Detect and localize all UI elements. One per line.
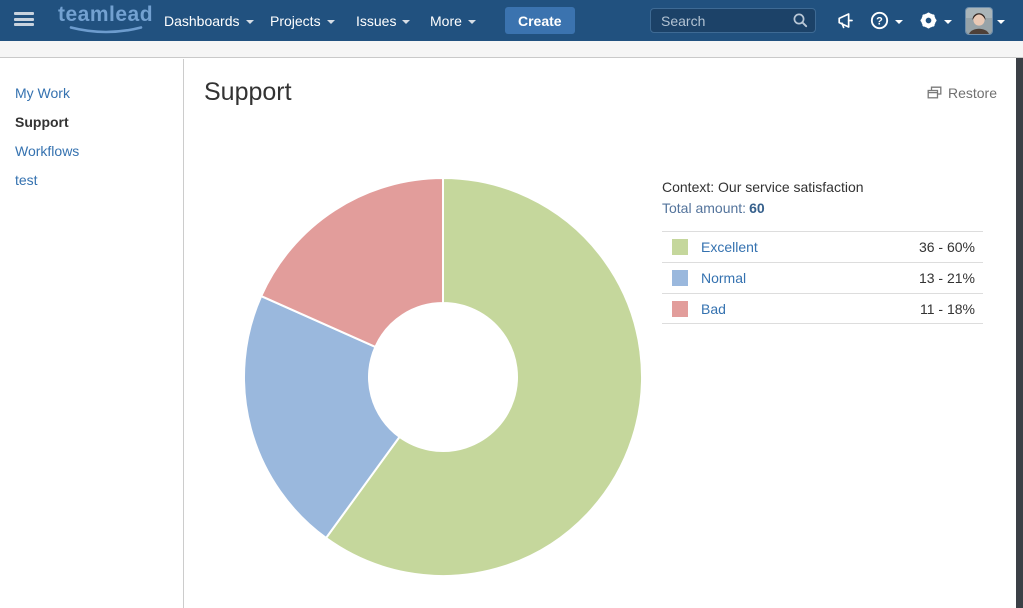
legend-row: Bad 11 - 18%: [662, 293, 983, 324]
nav-item-dashboards[interactable]: Dashboards: [164, 0, 254, 41]
sidebar-item-workflows[interactable]: Workflows: [15, 144, 183, 158]
legend-swatch-bad: [672, 301, 688, 317]
app-logo[interactable]: teamlead: [58, 4, 153, 35]
legend-swatch-normal: [672, 270, 688, 286]
feedback-button[interactable]: [835, 0, 856, 41]
chevron-down-icon: [895, 20, 903, 24]
legend-row: Normal 13 - 21%: [662, 262, 983, 293]
chart-total-label: Total amount:: [662, 200, 746, 216]
restore-button[interactable]: Restore: [927, 85, 997, 101]
chart-legend: Context: Our service satisfaction Total …: [662, 179, 983, 324]
nav-item-label: Dashboards: [164, 13, 240, 29]
sidebar-item-test[interactable]: test: [15, 173, 183, 187]
vertical-scrollbar[interactable]: [1016, 58, 1023, 608]
chart-context-label: Context: Our service satisfaction: [662, 179, 983, 196]
chevron-down-icon: [944, 20, 952, 24]
breadcrumb-band: [0, 41, 1023, 58]
search-box: [650, 8, 816, 33]
restore-icon: [927, 86, 942, 100]
legend-label-bad[interactable]: Bad: [701, 301, 726, 317]
donut-chart: [238, 172, 648, 582]
app-logo-text: teamlead: [58, 4, 153, 26]
chart-total-value: 60: [749, 200, 765, 216]
help-icon: ?: [869, 10, 890, 31]
chevron-down-icon: [246, 20, 254, 24]
legend-table: Excellent 36 - 60% Normal 13 - 21% Bad 1…: [662, 231, 983, 324]
logo-swoosh: [67, 26, 145, 35]
sidebar-item-my-work[interactable]: My Work: [15, 86, 183, 100]
user-avatar: [966, 8, 992, 34]
nav-item-projects[interactable]: Projects: [270, 0, 335, 41]
page-title: Support: [204, 78, 292, 106]
legend-row: Excellent 36 - 60%: [662, 231, 983, 262]
restore-label: Restore: [948, 85, 997, 101]
legend-label-normal[interactable]: Normal: [701, 270, 746, 286]
chart-total-line: Total amount:60: [662, 200, 983, 217]
legend-swatch-excellent: [672, 239, 688, 255]
settings-button[interactable]: [918, 0, 952, 41]
dashboard-sidebar: My Work Support Workflows test: [0, 59, 184, 608]
sidebar-item-support[interactable]: Support: [15, 115, 183, 129]
legend-value-excellent: 36 - 60%: [919, 239, 983, 255]
legend-label-excellent[interactable]: Excellent: [701, 239, 758, 255]
create-button[interactable]: Create: [505, 7, 575, 34]
chevron-down-icon: [402, 20, 410, 24]
chevron-down-icon: [997, 20, 1005, 24]
top-navigation-bar: teamlead Dashboards Projects Issues More…: [0, 0, 1023, 41]
search-icon[interactable]: [792, 12, 809, 29]
nav-item-label: More: [430, 13, 462, 29]
svg-text:?: ?: [876, 15, 883, 27]
legend-value-normal: 13 - 21%: [919, 270, 983, 286]
megaphone-icon: [835, 10, 856, 31]
nav-item-more[interactable]: More: [430, 0, 476, 41]
nav-item-issues[interactable]: Issues: [356, 0, 410, 41]
legend-value-bad: 11 - 18%: [920, 301, 983, 317]
nav-item-label: Projects: [270, 13, 321, 29]
profile-button[interactable]: [966, 0, 1005, 41]
chevron-down-icon: [468, 20, 476, 24]
help-button[interactable]: ?: [869, 0, 903, 41]
nav-item-label: Issues: [356, 13, 396, 29]
hamburger-menu-icon[interactable]: [14, 12, 34, 28]
chevron-down-icon: [327, 20, 335, 24]
gear-icon: [918, 10, 939, 31]
